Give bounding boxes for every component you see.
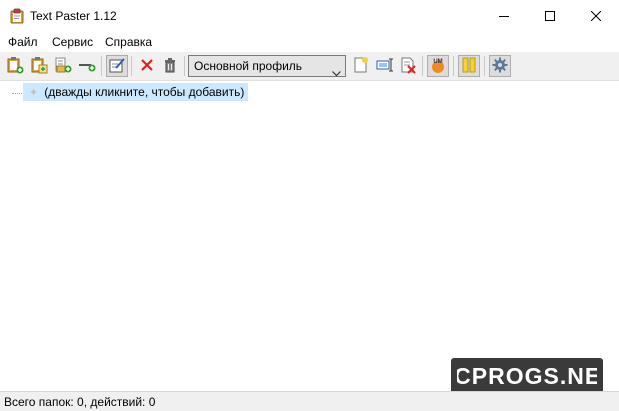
edit-button[interactable]: [106, 55, 128, 77]
settings-gear-icon: [491, 56, 509, 77]
minimize-button[interactable]: [481, 0, 527, 32]
add-text-button[interactable]: [4, 55, 26, 77]
toolbar-separator: [101, 56, 102, 76]
new-profile-button[interactable]: [350, 55, 372, 77]
tree-add-node[interactable]: ✦ (дважды кликните, чтобы добавить): [23, 83, 249, 101]
toolbar-separator: [184, 56, 185, 76]
menu-help[interactable]: Справка: [103, 34, 154, 50]
rename-profile-icon: [376, 56, 394, 77]
delete-profile-button[interactable]: [397, 55, 419, 77]
maximize-icon: [545, 11, 555, 21]
um-button[interactable]: UM: [427, 55, 449, 77]
add-separator-icon: [78, 56, 96, 77]
add-folder-icon: [54, 56, 72, 77]
add-folder-button[interactable]: [52, 55, 74, 77]
trash-button[interactable]: [159, 55, 181, 77]
clipboard-icon: [9, 8, 25, 24]
rename-profile-button[interactable]: [374, 55, 396, 77]
toolbar-separator: [484, 56, 485, 76]
maximize-button[interactable]: [527, 0, 573, 32]
minimize-icon: [499, 11, 509, 21]
edit-icon: [108, 56, 126, 77]
settings-button[interactable]: [489, 55, 511, 77]
trash-icon: [161, 56, 179, 77]
add-separator-button[interactable]: [76, 55, 98, 77]
delete-icon: [138, 56, 156, 77]
profile-select[interactable]: Основной профиль: [188, 55, 346, 77]
toolbar-separator: [453, 56, 454, 76]
title-bar: Text Paster 1.12: [0, 0, 619, 32]
columns-button[interactable]: [458, 55, 480, 77]
columns-icon: [460, 56, 478, 77]
um-icon: UM: [429, 56, 447, 77]
actions-tree[interactable]: ✦ (дважды кликните, чтобы добавить): [0, 81, 619, 391]
watermark-text: PCPROGS.NET: [457, 363, 597, 389]
svg-text:UM: UM: [433, 59, 442, 65]
status-bar: Всего папок: 0, действий: 0: [0, 391, 619, 411]
chevron-down-icon: [332, 63, 341, 83]
menu-file[interactable]: Файл: [6, 34, 40, 50]
watermark: PCPROGS.NET: [451, 358, 603, 394]
toolbar-separator: [131, 56, 132, 76]
add-text-icon: [6, 56, 24, 77]
new-profile-icon: [352, 56, 370, 77]
close-button[interactable]: [573, 0, 619, 32]
delete-profile-icon: [399, 56, 417, 77]
window-title: Text Paster 1.12: [30, 9, 117, 23]
tree-add-node-label: (дважды кликните, чтобы добавить): [44, 85, 245, 99]
menu-service[interactable]: Сервис: [50, 34, 95, 50]
delete-button[interactable]: [136, 55, 158, 77]
close-icon: [591, 11, 601, 21]
status-text: Всего папок: 0, действий: 0: [4, 395, 156, 409]
profile-select-value: Основной профиль: [194, 59, 303, 73]
menu-bar: Файл Сервис Справка: [0, 32, 619, 52]
paste-clipboard-button[interactable]: [28, 55, 50, 77]
toolbar-separator: [422, 56, 423, 76]
toolbar: Основной профиль UM: [0, 52, 619, 81]
paste-clipboard-icon: [30, 56, 48, 77]
plus-icon: ✦: [29, 86, 39, 99]
